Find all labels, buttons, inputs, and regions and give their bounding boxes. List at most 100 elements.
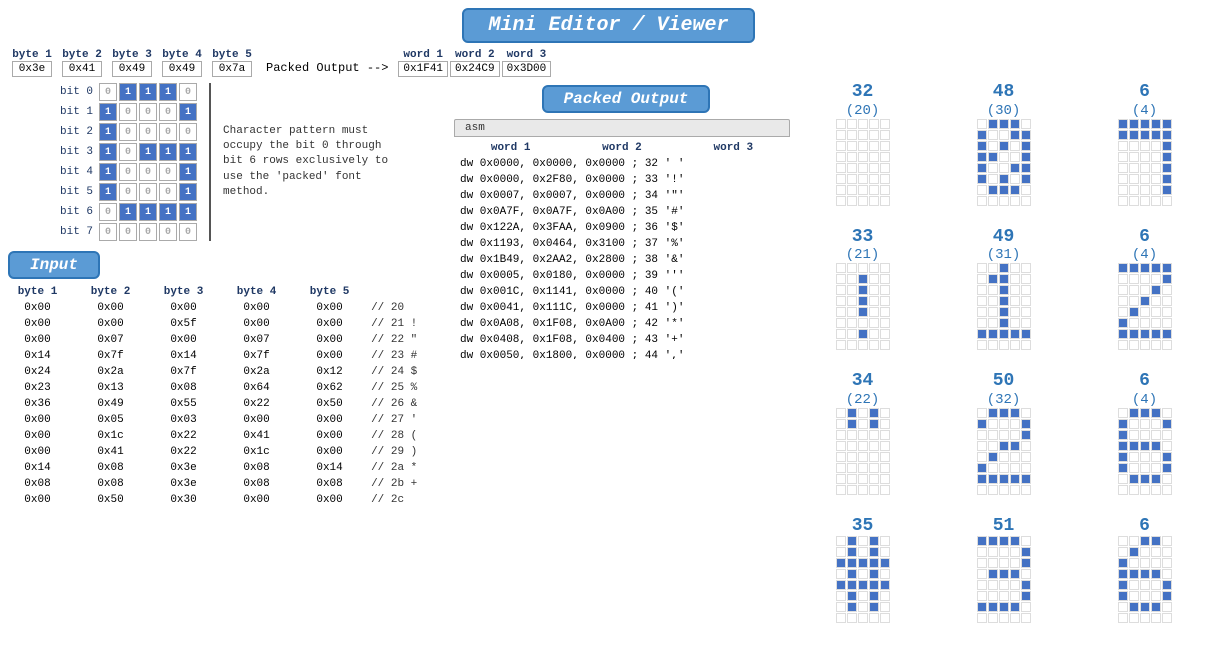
- bit-cell-r2-c1[interactable]: 0: [119, 123, 137, 141]
- bit-cell-r3-c0[interactable]: 1: [99, 143, 117, 161]
- packed-row-7: dw 0x0005, 0x0180, 0x0000 ; 39 ''': [456, 269, 788, 283]
- char-pixel-11-r4-c1: [1129, 580, 1139, 590]
- char-pixel-3-r6-c0: [836, 329, 846, 339]
- bit-cell-r5-c4[interactable]: 1: [179, 183, 197, 201]
- char-pixel-7-r4-c1: [988, 452, 998, 462]
- bit-cell-r0-c3[interactable]: 1: [159, 83, 177, 101]
- bit-cell-r2-c2[interactable]: 0: [139, 123, 157, 141]
- char-pixel-4-r4-c3: [1010, 307, 1020, 317]
- bit-cell-r1-c1[interactable]: 0: [119, 103, 137, 121]
- char-pixel-4-r1-c1: [988, 274, 998, 284]
- char-pixel-7-r4-c0: [977, 452, 987, 462]
- char-pixel-9-r4-c3: [869, 580, 879, 590]
- packed-cell-11: dw 0x0408, 0x1F08, 0x0400 ; 43 '+': [456, 333, 788, 347]
- char-pixel-4-r2-c2: [999, 285, 1009, 295]
- char-pixel-10-r4-c3: [1010, 580, 1020, 590]
- char-pixel-7-r3-c0: [977, 441, 987, 451]
- bit-row-1: bit 110001: [60, 103, 197, 121]
- input-cell-r12-c0: 0x00: [2, 493, 73, 503]
- char-pixel-6-r0-c0: [836, 408, 846, 418]
- bit-cell-r6-c4[interactable]: 1: [179, 203, 197, 221]
- asm-tab[interactable]: asm: [454, 119, 790, 137]
- right-panel: 32(20)48(30)6(4)33(21)49(31)6(4)34(22)50…: [790, 79, 1217, 645]
- input-cell-r3-c4: 0x00: [294, 349, 365, 363]
- char-pixel-8-r2-c0: [1118, 430, 1128, 440]
- bit-cell-r3-c1[interactable]: 0: [119, 143, 137, 161]
- bit-cell-r2-c4[interactable]: 0: [179, 123, 197, 141]
- bit-cell-r7-c1[interactable]: 0: [119, 223, 137, 241]
- bit-cell-r5-c3[interactable]: 0: [159, 183, 177, 201]
- packed-row-5: dw 0x1193, 0x0464, 0x3100 ; 37 '%': [456, 237, 788, 251]
- bit-cell-r1-c2[interactable]: 0: [139, 103, 157, 121]
- char-pixel-0-r2-c4: [880, 141, 890, 151]
- bit-cell-r0-c0[interactable]: 0: [99, 83, 117, 101]
- char-pixel-8-r1-c3: [1151, 419, 1161, 429]
- packed-row-9: dw 0x0041, 0x111C, 0x0000 ; 41 ')': [456, 301, 788, 315]
- bit-cell-r0-c1[interactable]: 1: [119, 83, 137, 101]
- bit-cell-r6-c3[interactable]: 1: [159, 203, 177, 221]
- char-pixel-6-r2-c4: [880, 430, 890, 440]
- bit-cell-r5-c1[interactable]: 0: [119, 183, 137, 201]
- bit-cell-r1-c3[interactable]: 0: [159, 103, 177, 121]
- bit-cell-r1-c4[interactable]: 1: [179, 103, 197, 121]
- char-pixel-4-r7-c1: [988, 340, 998, 350]
- bit-cell-r7-c3[interactable]: 0: [159, 223, 177, 241]
- bit-cell-r2-c0[interactable]: 1: [99, 123, 117, 141]
- bit-cell-r0-c2[interactable]: 1: [139, 83, 157, 101]
- char-pixel-11-r1-c1: [1129, 547, 1139, 557]
- char-pixel-11-r1-c0: [1118, 547, 1128, 557]
- bit-cell-r1-c0[interactable]: 1: [99, 103, 117, 121]
- bit-cell-r5-c2[interactable]: 0: [139, 183, 157, 201]
- char-pixel-0-r5-c3: [869, 174, 879, 184]
- char-pixel-1-r2-c0: [977, 141, 987, 151]
- packed-table: word 1 word 2 word 3 dw 0x0000, 0x0000, …: [454, 139, 790, 359]
- char-pixel-8-r3-c3: [1151, 441, 1161, 451]
- bit-cell-r0-c4[interactable]: 0: [179, 83, 197, 101]
- word1-col: word 1 0x1F41: [398, 49, 448, 77]
- bit-cell-r7-c4[interactable]: 0: [179, 223, 197, 241]
- bit-cell-r4-c4[interactable]: 1: [179, 163, 197, 181]
- char-pixel-8-r3-c1: [1129, 441, 1139, 451]
- char-pixel-11-r7-c0: [1118, 613, 1128, 623]
- bit-cell-r6-c0[interactable]: 0: [99, 203, 117, 221]
- bit-cell-r3-c3[interactable]: 1: [159, 143, 177, 161]
- char-pixel-0-r2-c0: [836, 141, 846, 151]
- bit-cell-r4-c3[interactable]: 0: [159, 163, 177, 181]
- bit-cell-r7-c2[interactable]: 0: [139, 223, 157, 241]
- char-pixel-3-r3-c0: [836, 296, 846, 306]
- bit-cell-r4-c1[interactable]: 0: [119, 163, 137, 181]
- char-pixel-11-r6-c1: [1129, 602, 1139, 612]
- char-pixel-2-r0-c1: [1129, 119, 1139, 129]
- char-pixel-2-r3-c2: [1140, 152, 1150, 162]
- char-pixel-9-r1-c0: [836, 547, 846, 557]
- input-table-scroll[interactable]: byte 1 byte 2 byte 3 byte 4 byte 5 0x000…: [0, 283, 450, 503]
- bit-cell-r5-c0[interactable]: 1: [99, 183, 117, 201]
- char-pixel-6-r4-c1: [847, 452, 857, 462]
- char-pixel-7-r7-c4: [1021, 485, 1031, 495]
- bit-cell-r2-c3[interactable]: 0: [159, 123, 177, 141]
- bit-cell-r7-c0[interactable]: 0: [99, 223, 117, 241]
- char-pixel-6-r6-c2: [858, 474, 868, 484]
- char-pixel-7-r5-c1: [988, 463, 998, 473]
- bit-cell-r4-c2[interactable]: 0: [139, 163, 157, 181]
- packed-table-scroll[interactable]: word 1 word 2 word 3 dw 0x0000, 0x0000, …: [454, 139, 790, 359]
- char-pixel-6-r4-c2: [858, 452, 868, 462]
- bit-cell-r3-c4[interactable]: 1: [179, 143, 197, 161]
- input-cell-r6-c2: 0x55: [148, 397, 219, 411]
- char-grid-0: [836, 119, 890, 206]
- bit-cell-r6-c2[interactable]: 1: [139, 203, 157, 221]
- input-row-9: 0x000x410x220x1c0x00// 29 ): [2, 445, 448, 459]
- char-pixel-5-r3-c2: [1140, 296, 1150, 306]
- bit-cell-r4-c0[interactable]: 1: [99, 163, 117, 181]
- char-pixel-10-r0-c0: [977, 536, 987, 546]
- bit-cell-r6-c1[interactable]: 1: [119, 203, 137, 221]
- bit-cell-r3-c2[interactable]: 1: [139, 143, 157, 161]
- char-pixel-0-r3-c1: [847, 152, 857, 162]
- char-pixel-0-r5-c1: [847, 174, 857, 184]
- char-pixel-8-r3-c2: [1140, 441, 1150, 451]
- char-pixel-10-r7-c2: [999, 613, 1009, 623]
- packed-row-8: dw 0x001C, 0x1141, 0x0000 ; 40 '(': [456, 285, 788, 299]
- byte5-value: 0x7a: [212, 61, 252, 77]
- input-row-11: 0x080x080x3e0x080x08// 2b +: [2, 477, 448, 491]
- char-pixel-3-r5-c3: [869, 318, 879, 328]
